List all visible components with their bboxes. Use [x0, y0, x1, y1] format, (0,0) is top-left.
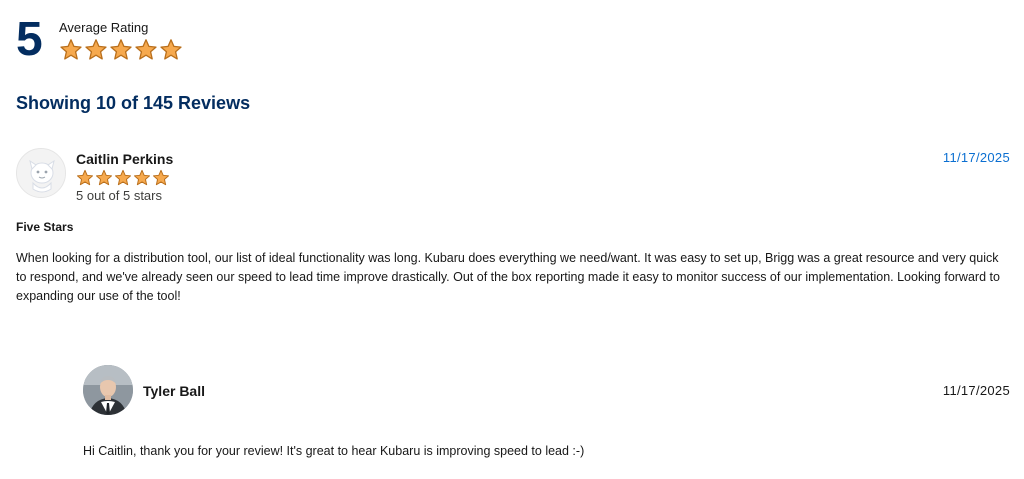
star-icon — [76, 169, 94, 187]
review-rating-stars — [76, 169, 170, 187]
review-body: When looking for a distribution tool, ou… — [16, 251, 1000, 303]
reply-date: 11/17/2025 — [942, 383, 1010, 398]
default-user-avatar-icon — [16, 148, 66, 198]
review-title: Five Stars — [16, 220, 74, 234]
star-icon — [59, 38, 83, 62]
review-rating-text: 5 out of 5 stars — [76, 188, 162, 203]
average-rating-stars — [59, 38, 183, 62]
reviewer-name: Caitlin Perkins — [76, 151, 174, 167]
star-icon — [95, 169, 113, 187]
review-date: 11/17/2025 — [942, 150, 1010, 165]
star-icon — [152, 169, 170, 187]
average-rating-label: Average Rating — [59, 20, 149, 35]
user-photo-avatar — [83, 365, 133, 415]
reply-body: Hi Caitlin, thank you for your review! I… — [83, 444, 585, 458]
reviews-count-heading: Showing 10 of 145 Reviews — [16, 93, 251, 113]
star-icon — [134, 38, 158, 62]
star-icon — [133, 169, 151, 187]
star-icon — [159, 38, 183, 62]
star-icon — [84, 38, 108, 62]
star-icon — [109, 38, 133, 62]
average-rating-number: 5 — [16, 13, 43, 66]
star-icon — [114, 169, 132, 187]
reply-author-name: Tyler Ball — [143, 383, 205, 399]
